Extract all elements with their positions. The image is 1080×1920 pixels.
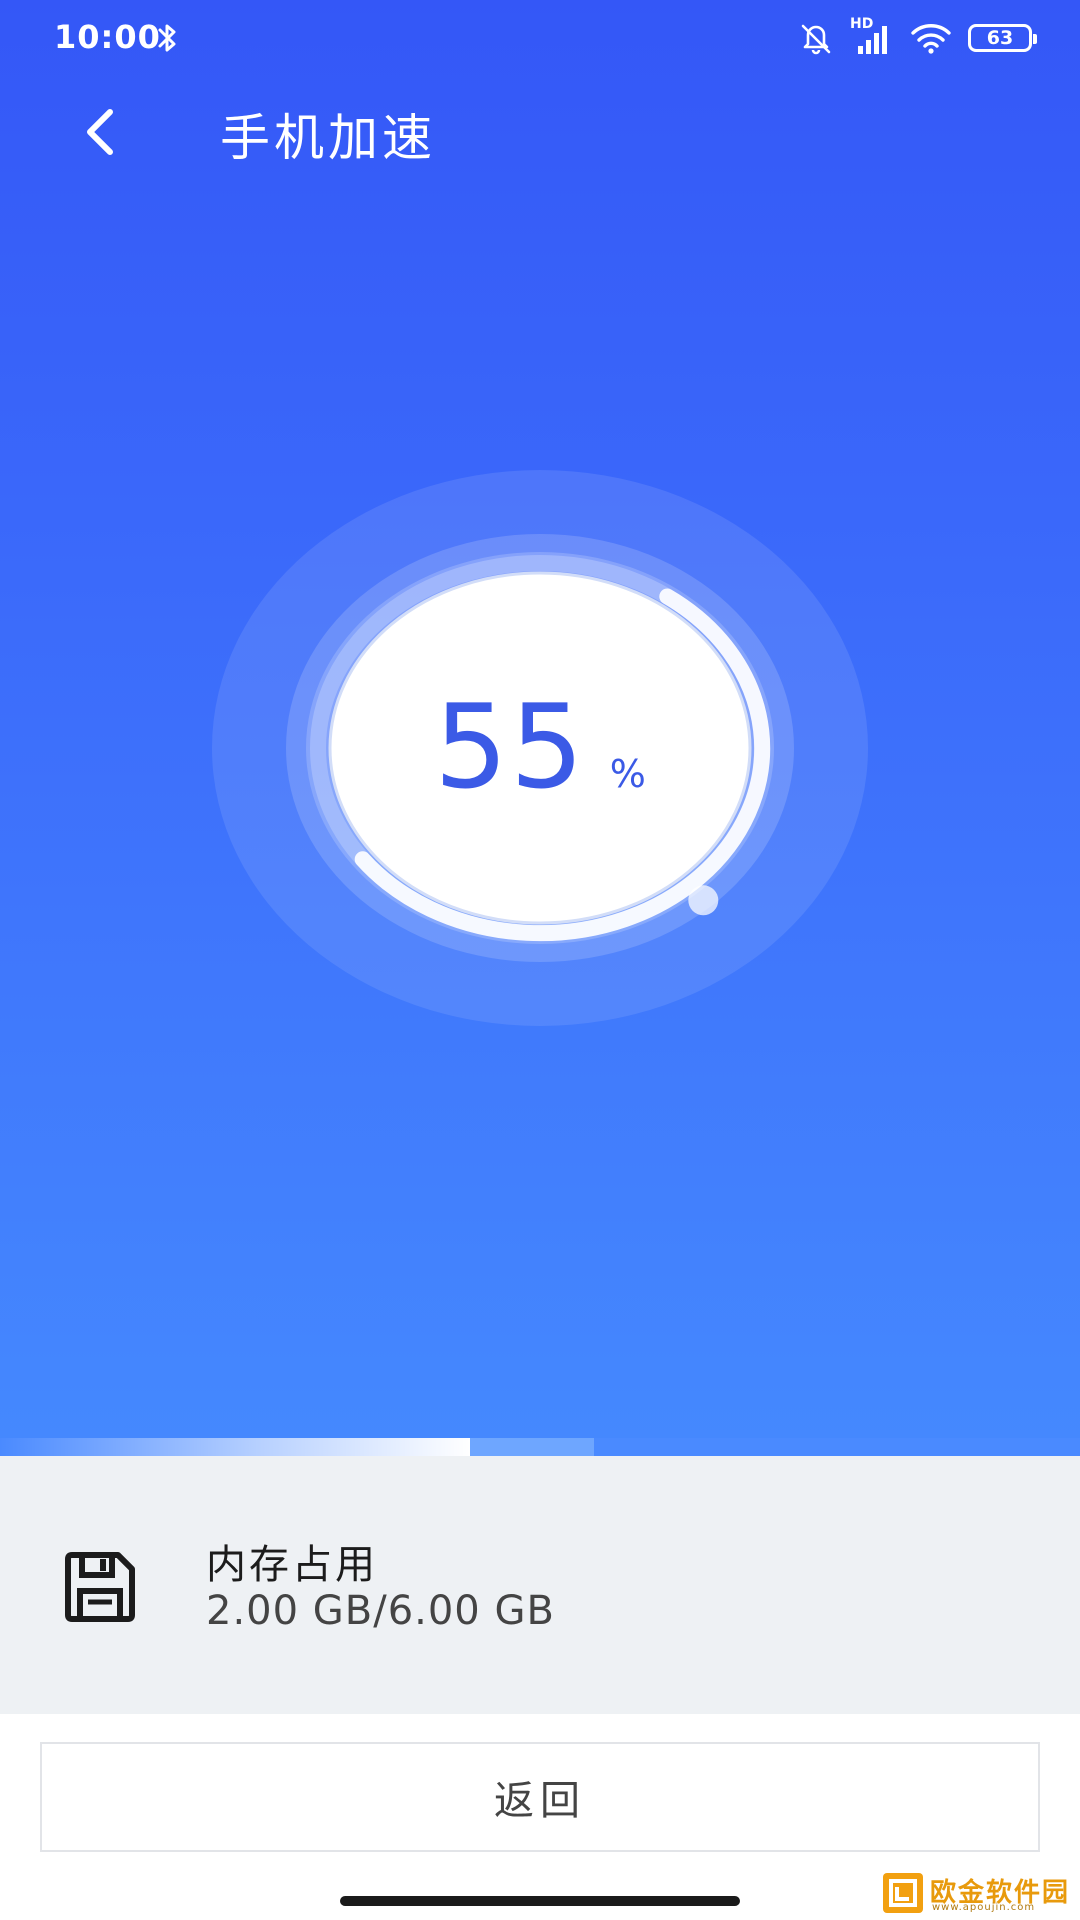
return-button-label: 返回 — [494, 1778, 586, 1824]
status-icons: HD 63 — [798, 16, 1037, 58]
bluetooth-icon — [158, 24, 176, 52]
gauge-readout: 55 % — [212, 470, 868, 1026]
wifi-icon — [911, 24, 951, 54]
watermark-logo: 欧金软件园 www.apoujin.com — [880, 1870, 1076, 1916]
status-bar: 10:00 HD 63 — [0, 0, 1080, 80]
page-title: 手机加速 — [220, 109, 436, 167]
return-button[interactable]: 返回 — [40, 1742, 1040, 1852]
mute-icon — [801, 24, 831, 55]
scan-progress-segment — [469, 1438, 594, 1456]
back-button[interactable] — [60, 92, 140, 172]
memory-usage-label: 内存占用 — [206, 1542, 378, 1588]
scan-progress-fill — [0, 1438, 470, 1456]
signal-group: HD — [850, 16, 894, 56]
memory-info-panel: 内存占用 2.00 GB/6.00 GB — [0, 1456, 1080, 1714]
signal-icon — [858, 26, 887, 54]
scan-progress-strip — [0, 1438, 1080, 1456]
gauge-percent-unit: % — [609, 752, 646, 796]
save-icon — [65, 1552, 135, 1622]
memory-gauge: 55 % — [212, 470, 868, 1026]
battery-level: 63 — [986, 27, 1014, 49]
memory-usage-value: 2.00 GB/6.00 GB — [206, 1588, 555, 1634]
status-time: 10:00 — [54, 18, 161, 56]
gauge-percent-value: 55 — [434, 680, 586, 815]
watermark-subtext: www.apoujin.com — [932, 1902, 1036, 1913]
app-bar: 手机加速 — [0, 80, 1080, 190]
back-arrow-icon — [87, 109, 113, 155]
battery-icon: 63 — [968, 24, 1037, 52]
home-indicator[interactable] — [340, 1896, 740, 1906]
watermark-mark — [883, 1873, 923, 1913]
